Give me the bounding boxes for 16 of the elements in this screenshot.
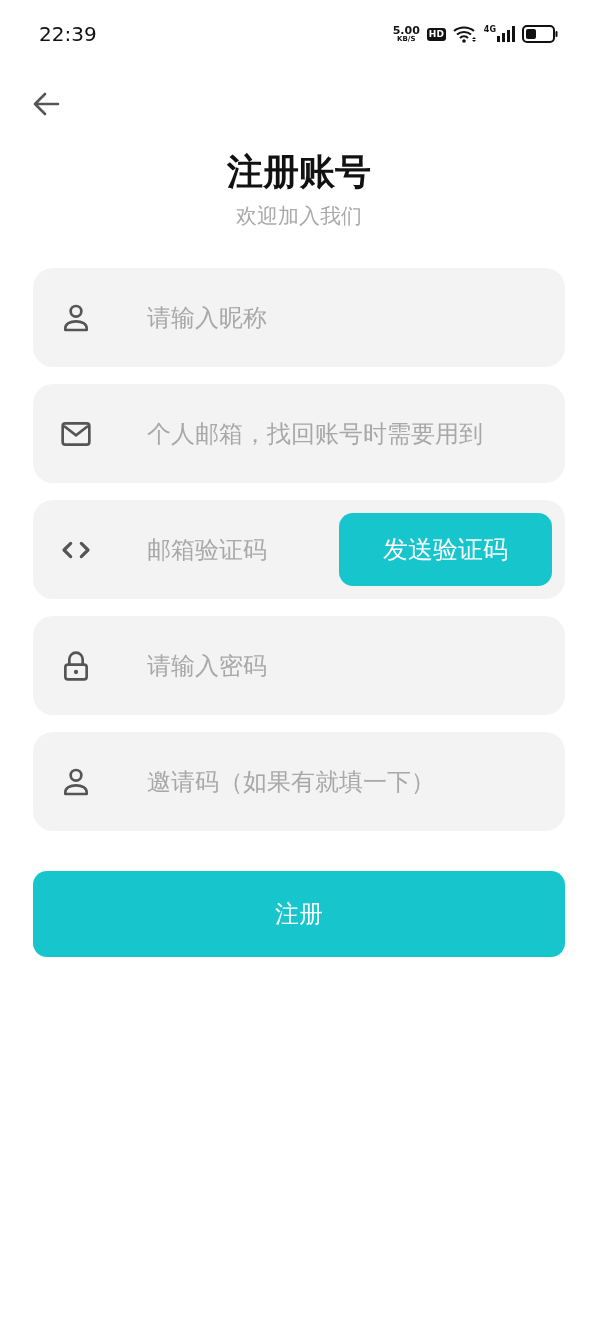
battery-icon xyxy=(522,25,558,43)
input-field[interactable]: 请输入密码 xyxy=(145,650,552,681)
network-type: 4G xyxy=(483,26,496,34)
hd-badge: HD xyxy=(426,27,446,41)
page-subtitle: 欢迎加入我们 xyxy=(235,203,363,230)
input-field[interactable]: 个人邮箱，找回账号时需要用到 xyxy=(145,418,552,449)
page-title: 注册账号 xyxy=(226,150,372,194)
status-time: 22:39 xyxy=(39,22,97,46)
speed-value: 5.00 xyxy=(392,25,420,36)
input-field[interactable]: 请输入昵称 xyxy=(145,302,552,333)
wifi-icon xyxy=(452,25,477,43)
signal-icon xyxy=(497,26,515,42)
send-code-button[interactable]: 发送验证码 xyxy=(339,513,552,586)
input-field[interactable]: 邮箱验证码 xyxy=(145,534,339,565)
input-field[interactable]: 邀请码（如果有就填一下） xyxy=(145,766,552,797)
register-button[interactable]: 注册 xyxy=(33,871,565,957)
